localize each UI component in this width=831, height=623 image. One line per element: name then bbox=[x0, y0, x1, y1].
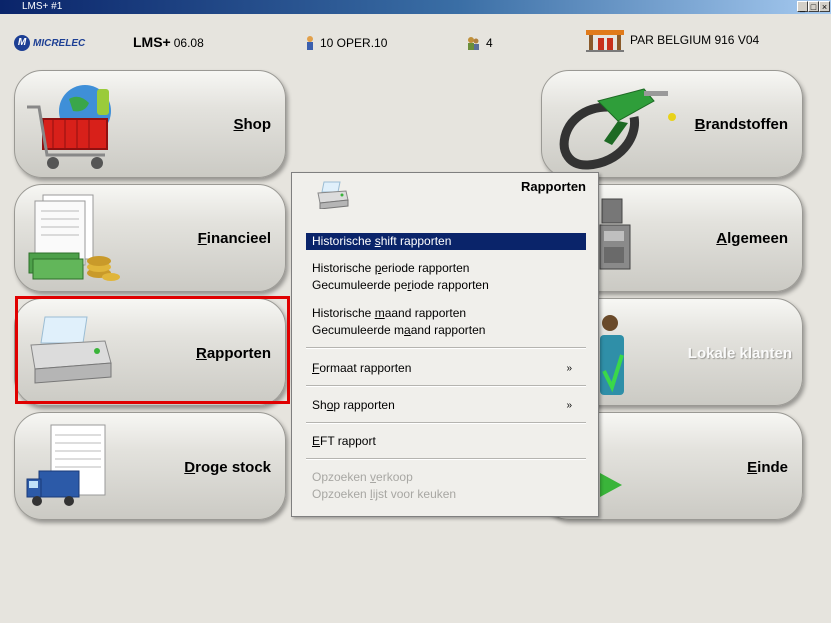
logo-text: MICRELEC bbox=[33, 37, 86, 49]
pump-users-icon bbox=[468, 37, 479, 50]
menu-separator bbox=[306, 385, 586, 387]
menu-item-opzoeken-verkoop: Opzoeken verkoop bbox=[312, 470, 413, 484]
micrelec-logo: M MICRELEC bbox=[14, 34, 85, 52]
brandstoffen-label: Brandstoffen bbox=[694, 116, 788, 133]
product-title: LMS+ bbox=[133, 34, 171, 50]
menu-item-historische-shift[interactable]: Historische shift rapporten bbox=[306, 233, 586, 250]
operator-icon bbox=[307, 36, 313, 50]
droge-stock-tile[interactable]: Droge stock bbox=[14, 412, 286, 520]
product-name: LMS+ 06.08 bbox=[133, 34, 204, 50]
shopping-cart-icon bbox=[27, 85, 111, 169]
menu-item-historische-maand[interactable]: Historische maand rapporten bbox=[306, 305, 586, 322]
menu-printer-icon bbox=[317, 181, 349, 209]
gas-station-icon bbox=[586, 30, 624, 52]
pump-info: 4 bbox=[466, 36, 493, 50]
selected-tile-highlight bbox=[15, 296, 290, 404]
menu-separator bbox=[306, 458, 586, 460]
fuel-nozzle-icon bbox=[559, 88, 676, 170]
droge-stock-label: Droge stock bbox=[184, 459, 271, 476]
operator-label: 10 OPER.10 bbox=[320, 36, 388, 50]
cash-register-icon bbox=[599, 198, 631, 270]
shop-tile[interactable]: Shop bbox=[14, 70, 286, 178]
logo-mark: M bbox=[14, 35, 30, 51]
menu-item-gecumuleerde-maand[interactable]: Gecumuleerde maand rapporten bbox=[306, 322, 586, 339]
finance-documents-icon bbox=[28, 194, 120, 281]
operator-info: 10 OPER.10 bbox=[306, 36, 387, 50]
einde-label: Einde bbox=[747, 459, 788, 476]
pump-count: 4 bbox=[486, 36, 493, 50]
submenu-arrow-icon: » bbox=[566, 400, 572, 411]
menu-item-opzoeken-lijst: Opzoeken lijst voor keuken bbox=[312, 487, 457, 501]
algemeen-label: Algemeen bbox=[716, 230, 788, 247]
menu-separator bbox=[306, 347, 586, 349]
financieel-label: Financieel bbox=[197, 230, 271, 247]
menu-item-shop-rapporten[interactable]: Shop rapporten» bbox=[306, 397, 586, 414]
menu-item-eft-rapport[interactable]: EFT rapport bbox=[306, 433, 586, 450]
menu-item-historische-periode[interactable]: Historische periode rapporten bbox=[306, 260, 586, 277]
menu-separator bbox=[306, 422, 586, 424]
window-title: LMS+ #1 bbox=[22, 1, 63, 12]
customer-icon bbox=[600, 315, 624, 395]
header-bar: M MICRELEC LMS+ 06.08 10 OPER.10 4 PAR BE… bbox=[0, 14, 831, 58]
window-title-bar: LMS+ #1 _ □ × bbox=[0, 0, 831, 14]
menu-title: Rapporten bbox=[521, 179, 586, 194]
rapporten-menu: Rapporten Historische shift rapporten Hi… bbox=[291, 172, 599, 517]
minimize-button[interactable]: _ bbox=[797, 1, 808, 12]
submenu-arrow-icon: » bbox=[566, 363, 572, 374]
menu-item-formaat-rapporten[interactable]: Formaat rapporten» bbox=[306, 360, 586, 377]
brandstoffen-tile[interactable]: Brandstoffen bbox=[541, 70, 803, 178]
financieel-tile[interactable]: Financieel bbox=[14, 184, 286, 292]
maximize-button[interactable]: □ bbox=[808, 1, 819, 12]
menu-item-gecumuleerde-periode[interactable]: Gecumuleerde periode rapporten bbox=[306, 277, 586, 294]
exit-arrow-icon bbox=[600, 473, 622, 497]
lokale-klanten-label: Lokale klanten bbox=[687, 345, 792, 362]
stock-truck-icon bbox=[26, 424, 106, 506]
shop-label: Shop bbox=[233, 116, 271, 133]
station-info: PAR BELGIUM 916 V04 bbox=[586, 28, 759, 52]
close-button[interactable]: × bbox=[819, 1, 830, 12]
station-name: PAR BELGIUM 916 V04 bbox=[630, 33, 760, 47]
product-version: 06.08 bbox=[173, 36, 204, 50]
